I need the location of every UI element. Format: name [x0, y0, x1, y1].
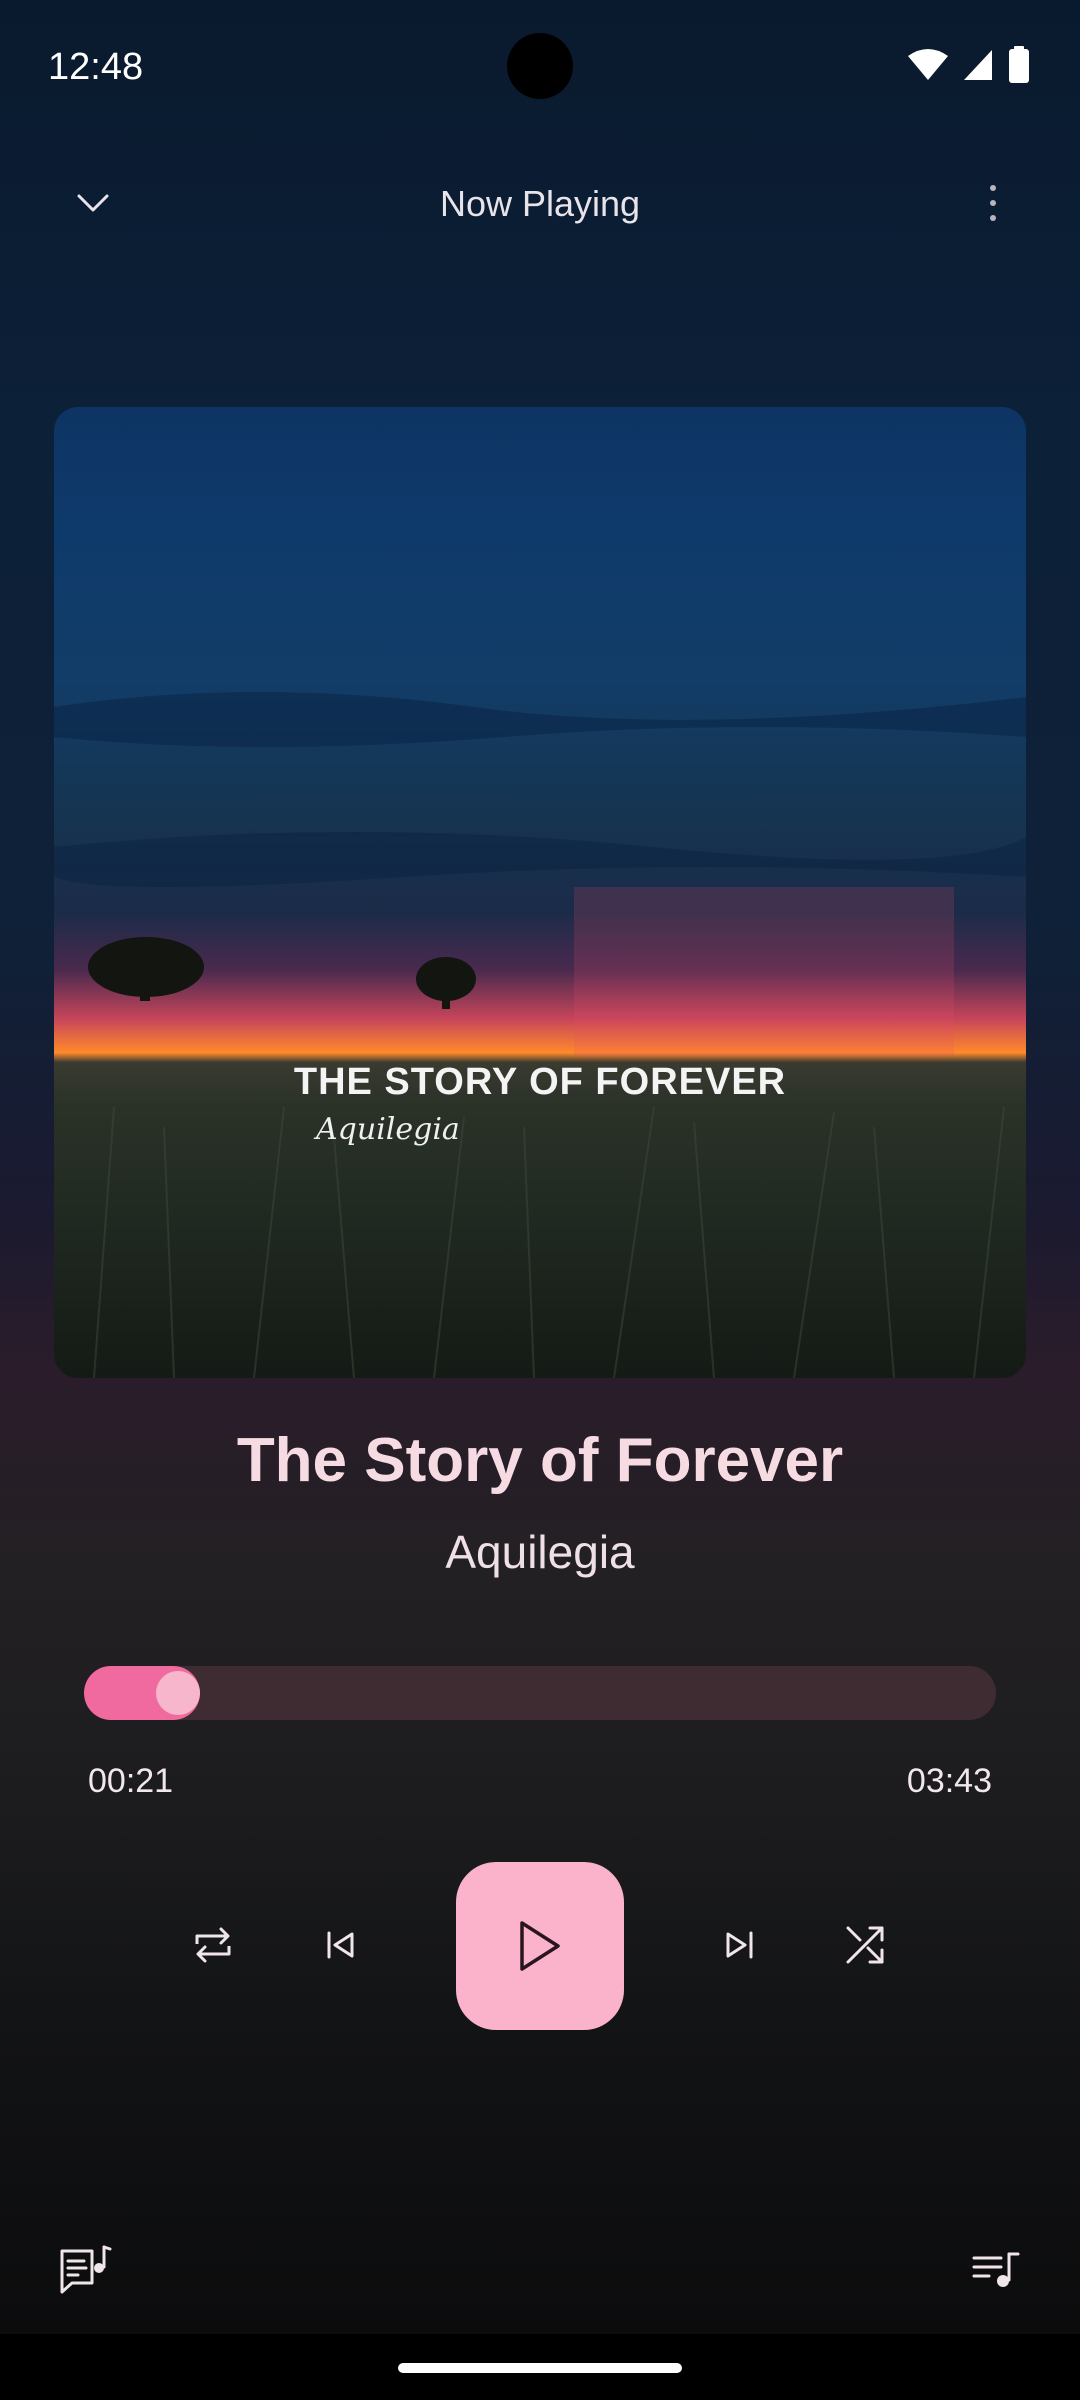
status-time: 12:48 [48, 46, 144, 88]
more-vert-icon [990, 185, 996, 221]
elapsed-time: 00:21 [88, 1762, 174, 1800]
lyrics-icon [60, 2245, 112, 2294]
shuffle-icon [846, 1926, 884, 1964]
shuffle-button[interactable] [820, 1900, 910, 1990]
play-icon [520, 1921, 560, 1971]
repeat-button[interactable] [168, 1900, 258, 1990]
signal-icon [964, 50, 992, 80]
camera-cutout [507, 33, 573, 99]
battery-icon [1009, 46, 1029, 83]
more-options-button[interactable] [960, 170, 1026, 236]
lyrics-button[interactable] [46, 2230, 126, 2310]
home-indicator[interactable] [398, 2363, 682, 2373]
album-art-landscape [54, 692, 1026, 1378]
album-art-title: THE STORY OF FOREVER [293, 1061, 787, 1103]
progress-thumb[interactable] [156, 1671, 200, 1715]
album-art: THE STORY OF FOREVER Aquilegia [54, 407, 1026, 1378]
repeat-icon [195, 1927, 231, 1963]
skip-previous-icon [327, 1931, 354, 1959]
queue-button[interactable] [956, 2230, 1036, 2310]
total-time: 03:43 [906, 1762, 992, 1800]
queue-icon [972, 2252, 1020, 2287]
skip-next-icon [726, 1931, 753, 1959]
wifi-icon [908, 49, 948, 80]
previous-button[interactable] [296, 1900, 386, 1990]
track-artist[interactable]: Aquilegia [0, 1525, 1080, 1579]
status-icons [908, 46, 1030, 84]
progress-bar[interactable] [84, 1666, 996, 1720]
next-button[interactable] [694, 1900, 784, 1990]
track-title: The Story of Forever [236, 1426, 844, 1495]
play-button[interactable] [456, 1862, 624, 2030]
album-art-artist: Aquilegia [316, 1112, 460, 1147]
page-title: Now Playing [439, 183, 641, 224]
